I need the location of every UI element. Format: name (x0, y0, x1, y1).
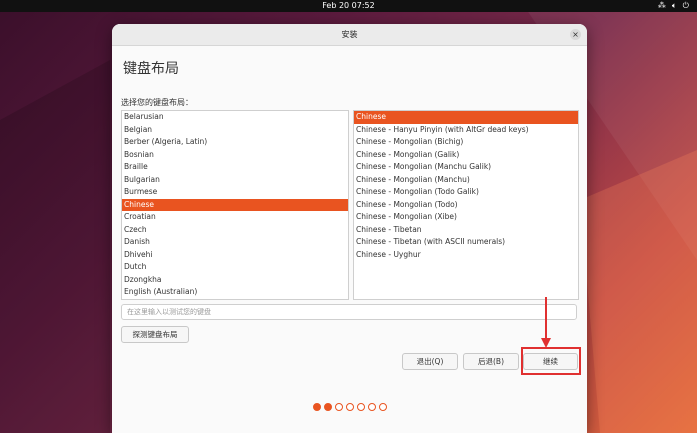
variant-item[interactable]: Chinese - Uyghur (354, 249, 578, 262)
close-icon[interactable]: × (570, 29, 581, 40)
progress-dots (112, 403, 587, 411)
variant-item[interactable]: Chinese - Mongolian (Todo Galik) (354, 186, 578, 199)
power-icon[interactable]: ⏻ (683, 0, 689, 12)
variant-item[interactable]: Chinese - Tibetan (with ASCII numerals) (354, 236, 578, 249)
title-bar: 安装 × (112, 24, 587, 46)
top-bar: Feb 20 07:52 ⁂ 🔈︎ ⏻ (0, 0, 697, 12)
variant-item[interactable]: Chinese - Hanyu Pinyin (with AltGr dead … (354, 124, 578, 137)
network-icon[interactable]: ⁂ (658, 0, 666, 12)
layout-item[interactable]: Belgian (122, 124, 348, 137)
progress-dot (334, 403, 343, 411)
clock[interactable]: Feb 20 07:52 (0, 0, 697, 12)
layout-list-label: 选择您的键盘布局： (121, 98, 193, 107)
progress-dot (312, 403, 321, 411)
progress-dot (345, 403, 354, 411)
page-title: 键盘布局 (123, 61, 179, 77)
variant-item[interactable]: Chinese - Mongolian (Bichig) (354, 136, 578, 149)
layout-item[interactable]: Belarusian (122, 111, 348, 124)
layout-item[interactable]: Berber (Algeria, Latin) (122, 136, 348, 149)
layout-item[interactable]: Czech (122, 224, 348, 237)
window-title: 安装 (341, 30, 358, 39)
layout-item[interactable]: Chinese (122, 198, 348, 211)
progress-dot (378, 403, 387, 411)
progress-dot (356, 403, 365, 411)
layout-item[interactable]: Dutch (122, 261, 348, 274)
layout-item[interactable]: Bulgarian (122, 174, 348, 187)
layout-item[interactable]: Danish (122, 236, 348, 249)
layout-item[interactable]: English (Australian) (122, 286, 348, 299)
variant-item[interactable]: Chinese - Mongolian (Manchu) (354, 174, 578, 187)
variant-item[interactable]: Chinese - Mongolian (Todo) (354, 199, 578, 212)
system-tray[interactable]: ⁂ 🔈︎ ⏻ (658, 0, 689, 12)
variant-item[interactable]: Chinese (354, 111, 578, 124)
keyboard-variant-list[interactable]: Chinese Chinese - Hanyu Pinyin (with AltG… (353, 110, 579, 300)
keyboard-layout-list[interactable]: Belarusian Belgian Berber (Algeria, Latin)… (121, 110, 349, 300)
progress-dot (323, 403, 332, 411)
variant-item[interactable]: Chinese - Mongolian (Galik) (354, 149, 578, 162)
quit-button[interactable]: 退出(Q) (402, 353, 458, 370)
detect-layout-button[interactable]: 探测键盘布局 (121, 326, 189, 343)
installer-window: 安装 × 键盘布局 选择您的键盘布局： Belarusian Belgian Ber… (112, 24, 587, 433)
back-button[interactable]: 后退(B) (463, 353, 519, 370)
variant-item[interactable]: Chinese - Tibetan (354, 224, 578, 237)
variant-item[interactable]: Chinese - Mongolian (Manchu Galik) (354, 161, 578, 174)
keyboard-test-input[interactable] (121, 304, 577, 320)
layout-item[interactable]: Croatian (122, 211, 348, 224)
layout-item[interactable]: Braille (122, 161, 348, 174)
layout-item[interactable]: Dhivehi (122, 249, 348, 262)
continue-highlight-annotation (521, 347, 581, 375)
progress-dot (367, 403, 376, 411)
layout-item[interactable]: Burmese (122, 186, 348, 199)
layout-item[interactable]: Dzongkha (122, 274, 348, 287)
layout-item[interactable]: Bosnian (122, 149, 348, 162)
volume-icon[interactable]: 🔈︎ (672, 0, 677, 12)
variant-item[interactable]: Chinese - Mongolian (Xibe) (354, 211, 578, 224)
